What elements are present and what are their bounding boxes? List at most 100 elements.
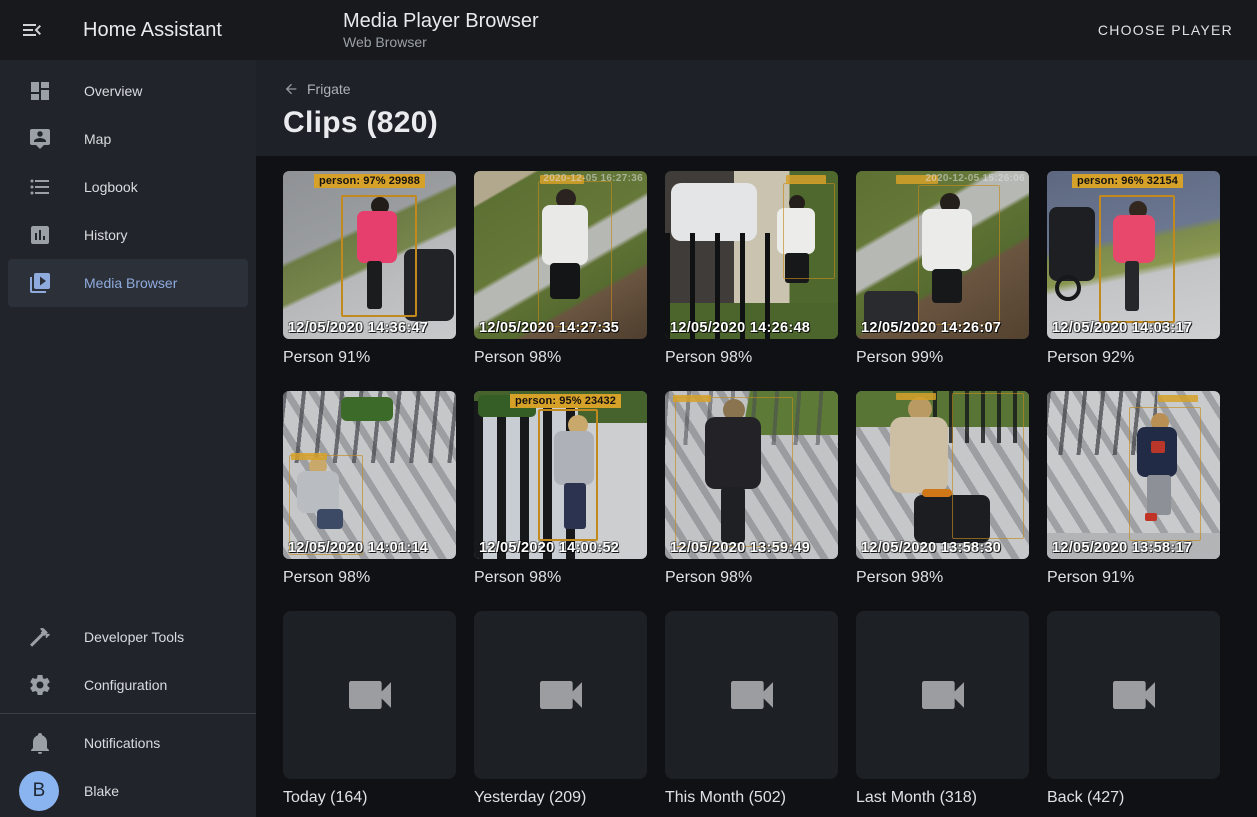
view-dashboard-icon <box>28 79 52 103</box>
sidebar-item-label: Map <box>84 131 111 147</box>
clip-timestamp: 12/05/2020 14:26:48 <box>670 320 810 336</box>
detection-label <box>673 395 711 402</box>
clip-thumbnail[interactable]: 2020-12-05 15:26:06 12/05/2020 14:26:07 <box>856 171 1029 339</box>
clip-timestamp: 12/05/2020 13:58:17 <box>1052 540 1192 556</box>
clip-timestamp: 12/05/2020 14:01:14 <box>288 540 428 556</box>
clip-caption: Person 99% <box>856 348 1029 368</box>
hammer-icon <box>28 625 52 649</box>
clip-thumbnail[interactable]: 2020-12-05 16:27:36 12/05/2020 14:27:35 <box>474 171 647 339</box>
folder-thumbnail[interactable] <box>283 611 456 779</box>
sidebar-item-notifications[interactable]: Notifications <box>8 719 248 767</box>
folder-caption: Back (427) <box>1047 788 1220 808</box>
sidebar-item-media-browser[interactable]: Media Browser <box>8 259 248 307</box>
arrow-left-icon <box>283 81 299 97</box>
clip-timestamp: 12/05/2020 13:58:30 <box>861 540 1001 556</box>
sidebar-item-label: Logbook <box>84 179 138 195</box>
folder-card-last-month: Last Month (318) <box>856 611 1029 808</box>
clip-caption: Person 91% <box>283 348 456 368</box>
clip-timestamp: 12/05/2020 14:26:07 <box>861 320 1001 336</box>
folder-caption: Today (164) <box>283 788 456 808</box>
clip-thumbnail[interactable]: person: 95% 23432 12/05/2020 14:00:52 <box>474 391 647 559</box>
video-icon <box>724 667 780 723</box>
clip-thumbnail[interactable]: 12/05/2020 14:01:14 <box>283 391 456 559</box>
clip-caption: Person 98% <box>474 568 647 588</box>
clip-thumbnail[interactable]: person: 97% 29988 12/05/2020 14:36:47 <box>283 171 456 339</box>
detection-label <box>1158 395 1198 402</box>
detection-label: person: 97% 29988 <box>314 174 425 188</box>
tooltip-account-icon <box>28 127 52 151</box>
sidebar-item-label: History <box>84 227 128 243</box>
clip-card: 12/05/2020 13:59:49 Person 98% <box>665 391 838 588</box>
clip-caption: Person 98% <box>474 348 647 368</box>
app-title: Home Assistant <box>83 19 222 42</box>
breadcrumb-label: Frigate <box>307 81 351 97</box>
menu-open-icon[interactable] <box>20 18 44 42</box>
detection-bbox <box>538 409 598 541</box>
clip-caption: Person 98% <box>856 568 1029 588</box>
clip-thumbnail[interactable]: 12/05/2020 13:58:30 <box>856 391 1029 559</box>
clip-timestamp: 12/05/2020 14:00:52 <box>479 540 619 556</box>
folder-thumbnail[interactable] <box>665 611 838 779</box>
clip-timestamp: 12/05/2020 14:36:47 <box>288 320 428 336</box>
user-name: Blake <box>84 783 119 799</box>
clip-card: 2020-12-05 16:27:36 12/05/2020 14:27:35 … <box>474 171 647 368</box>
clip-caption: Person 98% <box>665 568 838 588</box>
clips-grid: person: 97% 29988 12/05/2020 14:36:47 Pe… <box>283 171 1257 808</box>
scene-decoration <box>1055 275 1081 301</box>
sidebar-item-map[interactable]: Map <box>8 115 248 163</box>
media-browser-header: Frigate Clips (820) <box>256 60 1257 156</box>
panel-subtitle: Web Browser <box>343 33 539 51</box>
sidebar-item-configuration[interactable]: Configuration <box>8 661 248 709</box>
scene-decoration <box>1049 207 1095 281</box>
detection-bbox <box>952 393 1024 539</box>
folder-caption: Last Month (318) <box>856 788 1029 808</box>
detection-bbox <box>341 195 417 317</box>
sidebar-item-user[interactable]: B Blake <box>8 767 248 815</box>
clip-thumbnail[interactable]: 12/05/2020 14:26:48 <box>665 171 838 339</box>
camera-osd-timestamp: 2020-12-05 15:26:06 <box>925 173 1025 184</box>
app-bar: Home Assistant Media Player Browser Web … <box>0 0 1257 60</box>
clip-caption: Person 91% <box>1047 568 1220 588</box>
avatar: B <box>19 771 59 811</box>
format-list-bulleted-icon <box>28 175 52 199</box>
sidebar-item-overview[interactable]: Overview <box>8 67 248 115</box>
choose-player-button[interactable]: CHOOSE PLAYER <box>1090 14 1241 46</box>
clip-thumbnail[interactable]: person: 96% 32154 12/05/2020 14:03:17 <box>1047 171 1220 339</box>
clip-timestamp: 12/05/2020 13:59:49 <box>670 540 810 556</box>
cog-icon <box>28 673 52 697</box>
clip-card: person: 95% 23432 12/05/2020 14:00:52 Pe… <box>474 391 647 588</box>
panel-title: Media Player Browser <box>343 9 539 33</box>
chart-box-icon <box>28 223 52 247</box>
sidebar-item-label: Overview <box>84 83 142 99</box>
sidebar-nav: Overview Map Logbook History Media Brows… <box>0 60 256 307</box>
clip-thumbnail[interactable]: 12/05/2020 13:59:49 <box>665 391 838 559</box>
play-box-multiple-icon <box>28 271 52 295</box>
detection-label <box>291 453 327 460</box>
video-icon <box>1106 667 1162 723</box>
clip-caption: Person 98% <box>665 348 838 368</box>
video-icon <box>342 667 398 723</box>
folder-thumbnail[interactable] <box>1047 611 1220 779</box>
folder-thumbnail[interactable] <box>856 611 1029 779</box>
sidebar-item-history[interactable]: History <box>8 211 248 259</box>
sidebar-item-logbook[interactable]: Logbook <box>8 163 248 211</box>
sidebar-header: Home Assistant <box>0 18 256 42</box>
detection-bbox <box>783 183 835 279</box>
scene-decoration <box>922 489 952 497</box>
video-icon <box>533 667 589 723</box>
folder-thumbnail[interactable] <box>474 611 647 779</box>
folder-card-this-month: This Month (502) <box>665 611 838 808</box>
clip-card: person: 97% 29988 12/05/2020 14:36:47 Pe… <box>283 171 456 368</box>
detection-label <box>896 393 936 400</box>
clip-card: person: 96% 32154 12/05/2020 14:03:17 Pe… <box>1047 171 1220 368</box>
detection-bbox <box>1129 407 1201 541</box>
clip-card: 12/05/2020 14:26:48 Person 98% <box>665 171 838 368</box>
clip-card: 12/05/2020 14:01:14 Person 98% <box>283 391 456 588</box>
sidebar-item-developer-tools[interactable]: Developer Tools <box>8 613 248 661</box>
page-title: Clips (820) <box>283 106 1257 140</box>
breadcrumb[interactable]: Frigate <box>283 81 1257 97</box>
detection-bbox <box>918 185 1000 325</box>
clip-caption: Person 92% <box>1047 348 1220 368</box>
camera-osd-timestamp: 2020-12-05 16:27:36 <box>543 173 643 184</box>
clip-thumbnail[interactable]: 12/05/2020 13:58:17 <box>1047 391 1220 559</box>
